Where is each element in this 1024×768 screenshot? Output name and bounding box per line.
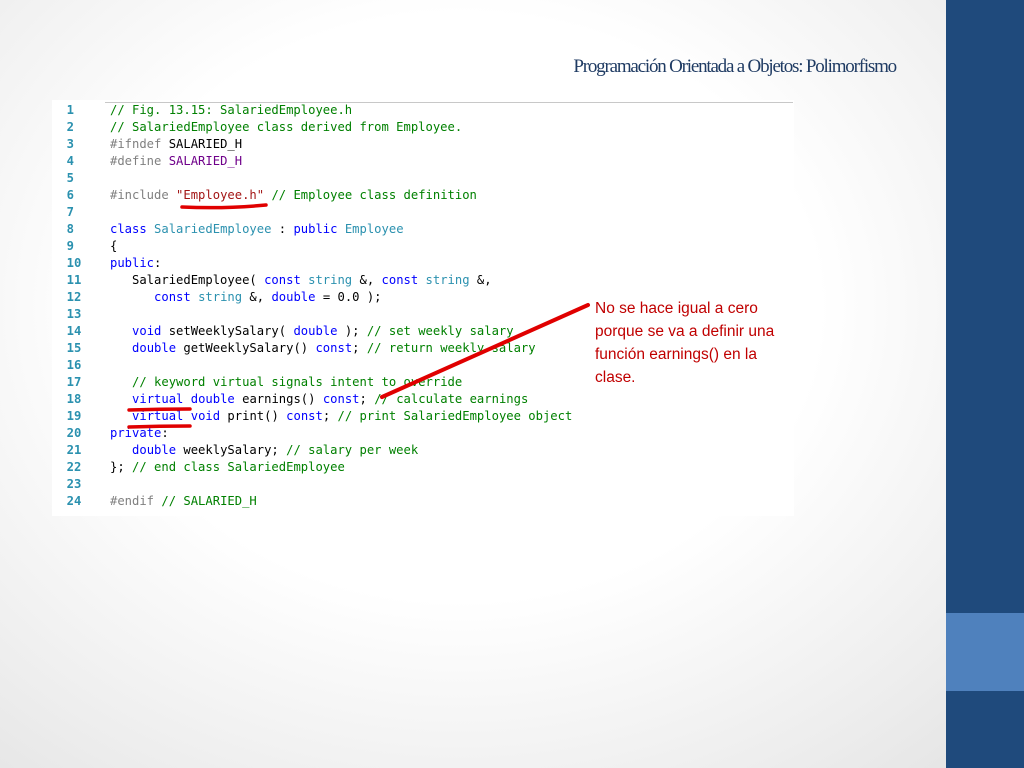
annotation-marks xyxy=(127,203,590,429)
underline-virtual-earnings xyxy=(127,407,192,412)
annotation-arrow-line xyxy=(380,303,590,399)
underline-virtual-print xyxy=(127,424,192,429)
underline-include-file xyxy=(180,203,268,210)
